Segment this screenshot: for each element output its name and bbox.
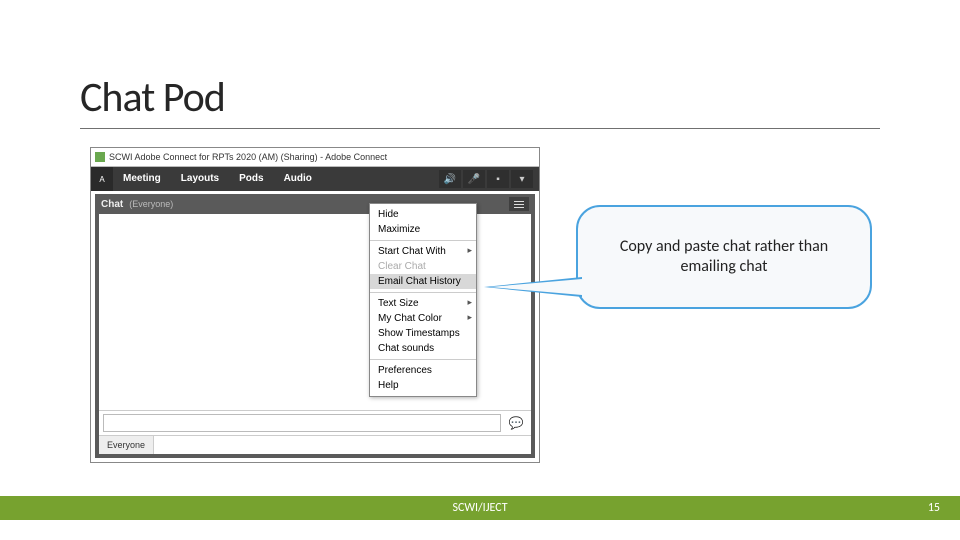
chat-tab-everyone[interactable]: Everyone — [99, 436, 154, 454]
chat-tabs: Everyone — [99, 435, 531, 454]
menu-item-my-chat-color[interactable]: My Chat Color — [370, 311, 476, 326]
menu-item-start-chat-with[interactable]: Start Chat With — [370, 244, 476, 259]
chat-input-row: 💬 — [99, 410, 531, 435]
pod-options-button[interactable] — [509, 197, 529, 211]
page-title: Chat Pod — [80, 72, 225, 123]
menubar: A Meeting Layouts Pods Audio 🔊 🎤 ▪ ▾ — [91, 167, 539, 191]
title-rule — [80, 128, 880, 129]
menu-item-hide[interactable]: Hide — [370, 207, 476, 222]
menu-separator — [370, 240, 476, 241]
mic-icon[interactable]: 🎤 — [463, 170, 485, 188]
slide-footer: SCWI/IJECT 15 — [0, 496, 960, 520]
menu-item-help[interactable]: Help — [370, 378, 476, 393]
menu-item-clear-chat: Clear Chat — [370, 259, 476, 274]
page-number: 15 — [928, 501, 940, 515]
menu-item-maximize[interactable]: Maximize — [370, 222, 476, 237]
adobe-logo-icon: A — [91, 167, 113, 191]
window-title: SCWI Adobe Connect for RPTs 2020 (AM) (S… — [109, 152, 387, 162]
window-titlebar: SCWI Adobe Connect for RPTs 2020 (AM) (S… — [91, 148, 539, 167]
menu-item-text-size[interactable]: Text Size — [370, 296, 476, 311]
chat-input[interactable] — [103, 414, 501, 432]
menu-separator — [370, 359, 476, 360]
menu-item-preferences[interactable]: Preferences — [370, 363, 476, 378]
window-icon — [95, 152, 105, 162]
menu-item-email-chat-history[interactable]: Email Chat History — [370, 274, 476, 289]
menu-meeting[interactable]: Meeting — [113, 167, 171, 191]
menu-audio[interactable]: Audio — [274, 167, 322, 191]
status-icon[interactable]: ▾ — [511, 170, 533, 188]
callout-pointer-icon — [484, 277, 584, 307]
chat-pod-subtitle: (Everyone) — [129, 199, 173, 209]
menu-layouts[interactable]: Layouts — [171, 167, 229, 191]
webcam-icon[interactable]: ▪ — [487, 170, 509, 188]
menu-pods[interactable]: Pods — [229, 167, 273, 191]
menu-item-show-timestamps[interactable]: Show Timestamps — [370, 326, 476, 341]
chat-pod-title: Chat — [101, 199, 123, 210]
annotation-callout: Copy and paste chat rather than emailing… — [576, 205, 872, 309]
chat-send-button[interactable]: 💬 — [505, 414, 527, 432]
speaker-icon[interactable]: 🔊 — [439, 170, 461, 188]
footer-label: SCWI/IJECT — [452, 501, 507, 515]
menu-separator — [370, 292, 476, 293]
callout-bubble: Copy and paste chat rather than emailing… — [576, 205, 872, 309]
callout-text: Copy and paste chat rather than emailing… — [600, 237, 848, 277]
pod-options-menu: Hide Maximize Start Chat With Clear Chat… — [369, 203, 477, 397]
menu-item-chat-sounds[interactable]: Chat sounds — [370, 341, 476, 356]
